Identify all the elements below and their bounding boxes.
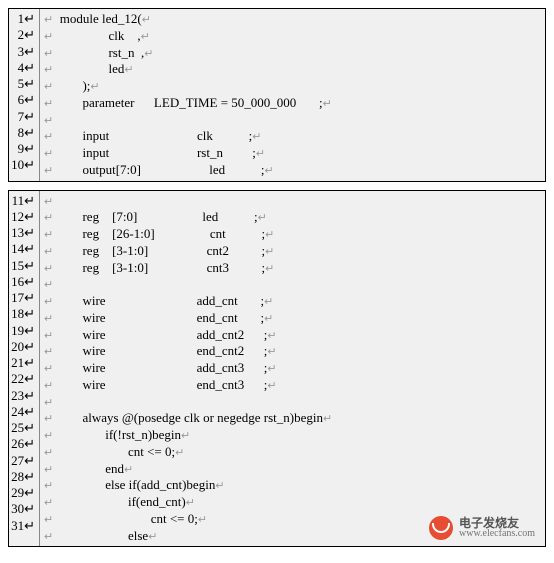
line-number: 16↵ <box>11 274 35 290</box>
code-line: ↵ reg [26-1:0] cnt ;↵ <box>44 226 545 243</box>
code-line: ↵ rst_n ,↵ <box>44 45 545 62</box>
watermark-text: 电子发烧友 www.elecfans.com <box>459 517 535 540</box>
code-line: ↵ if(!rst_n)begin↵ <box>44 427 545 444</box>
line-number: 11↵ <box>11 193 35 209</box>
line-number: 9↵ <box>11 141 35 157</box>
line-number: 2↵ <box>11 27 35 43</box>
line-number: 22↵ <box>11 371 35 387</box>
code-line: ↵ <box>44 193 545 210</box>
code-line: ↵ wire add_cnt3 ;↵ <box>44 360 545 377</box>
code-line: ↵ <box>44 112 545 129</box>
code-line: ↵ reg [7:0] led ;↵ <box>44 209 545 226</box>
line-number-gutter: 11↵12↵13↵14↵15↵16↵17↵18↵19↵20↵21↵22↵23↵2… <box>9 191 40 547</box>
code-line: ↵ wire end_cnt3 ;↵ <box>44 377 545 394</box>
line-number: 12↵ <box>11 209 35 225</box>
line-number: 19↵ <box>11 323 35 339</box>
line-number: 18↵ <box>11 306 35 322</box>
code-line: ↵ if(end_cnt)↵ <box>44 494 545 511</box>
code-content: ↵↵ reg [7:0] led ;↵↵ reg [26-1:0] cnt ;↵… <box>40 191 545 547</box>
line-number: 25↵ <box>11 420 35 436</box>
line-number: 20↵ <box>11 339 35 355</box>
line-number: 4↵ <box>11 60 35 76</box>
line-number: 28↵ <box>11 469 35 485</box>
code-line: ↵ wire add_cnt ;↵ <box>44 293 545 310</box>
code-line: ↵ always @(posedge clk or negedge rst_n)… <box>44 410 545 427</box>
code-line: ↵ cnt <= 0;↵ <box>44 444 545 461</box>
line-number: 17↵ <box>11 290 35 306</box>
code-line: ↵ input clk ;↵ <box>44 128 545 145</box>
code-line: ↵ end↵ <box>44 461 545 478</box>
line-number: 10↵ <box>11 157 35 173</box>
line-number-gutter: 1↵ 2↵ 3↵ 4↵ 5↵ 6↵ 7↵ 8↵ 9↵10↵ <box>9 9 40 181</box>
code-content: ↵ module led_12(↵↵ clk ,↵↵ rst_n ,↵↵ led… <box>40 9 545 181</box>
code-line: ↵ output[7:0] led ;↵ <box>44 162 545 179</box>
code-line: ↵ clk ,↵ <box>44 28 545 45</box>
line-number: 23↵ <box>11 388 35 404</box>
line-number: 6↵ <box>11 92 35 108</box>
line-number: 1↵ <box>11 11 35 27</box>
code-line: ↵ <box>44 394 545 411</box>
line-number: 21↵ <box>11 355 35 371</box>
code-line: ↵ wire end_cnt ;↵ <box>44 310 545 327</box>
line-number: 29↵ <box>11 485 35 501</box>
code-line: ↵ );↵ <box>44 78 545 95</box>
line-number: 7↵ <box>11 109 35 125</box>
line-number: 3↵ <box>11 44 35 60</box>
code-block-1: 1↵ 2↵ 3↵ 4↵ 5↵ 6↵ 7↵ 8↵ 9↵10↵ ↵ module l… <box>8 8 546 182</box>
code-line: ↵ module led_12(↵ <box>44 11 545 28</box>
line-number: 30↵ <box>11 501 35 517</box>
code-line: ↵ reg [3-1:0] cnt2 ;↵ <box>44 243 545 260</box>
code-block-2: 11↵12↵13↵14↵15↵16↵17↵18↵19↵20↵21↵22↵23↵2… <box>8 190 546 548</box>
line-number: 27↵ <box>11 453 35 469</box>
code-line: ↵ input rst_n ;↵ <box>44 145 545 162</box>
watermark-cn: 电子发烧友 <box>459 517 535 530</box>
code-line: ↵ wire add_cnt2 ;↵ <box>44 327 545 344</box>
code-line: ↵ else if(add_cnt)begin↵ <box>44 477 545 494</box>
code-line: ↵ wire end_cnt2 ;↵ <box>44 343 545 360</box>
line-number: 8↵ <box>11 125 35 141</box>
elecfans-logo-icon <box>429 516 453 540</box>
watermark-url: www.elecfans.com <box>459 529 535 540</box>
line-number: 26↵ <box>11 436 35 452</box>
line-number: 15↵ <box>11 258 35 274</box>
line-number: 24↵ <box>11 404 35 420</box>
code-line: ↵ parameter LED_TIME = 50_000_000 ;↵ <box>44 95 545 112</box>
code-line: ↵ led↵ <box>44 61 545 78</box>
watermark: 电子发烧友 www.elecfans.com <box>429 516 535 540</box>
code-line: ↵ reg [3-1:0] cnt3 ;↵ <box>44 260 545 277</box>
line-number: 14↵ <box>11 241 35 257</box>
line-number: 13↵ <box>11 225 35 241</box>
line-number: 5↵ <box>11 76 35 92</box>
code-line: ↵ <box>44 276 545 293</box>
